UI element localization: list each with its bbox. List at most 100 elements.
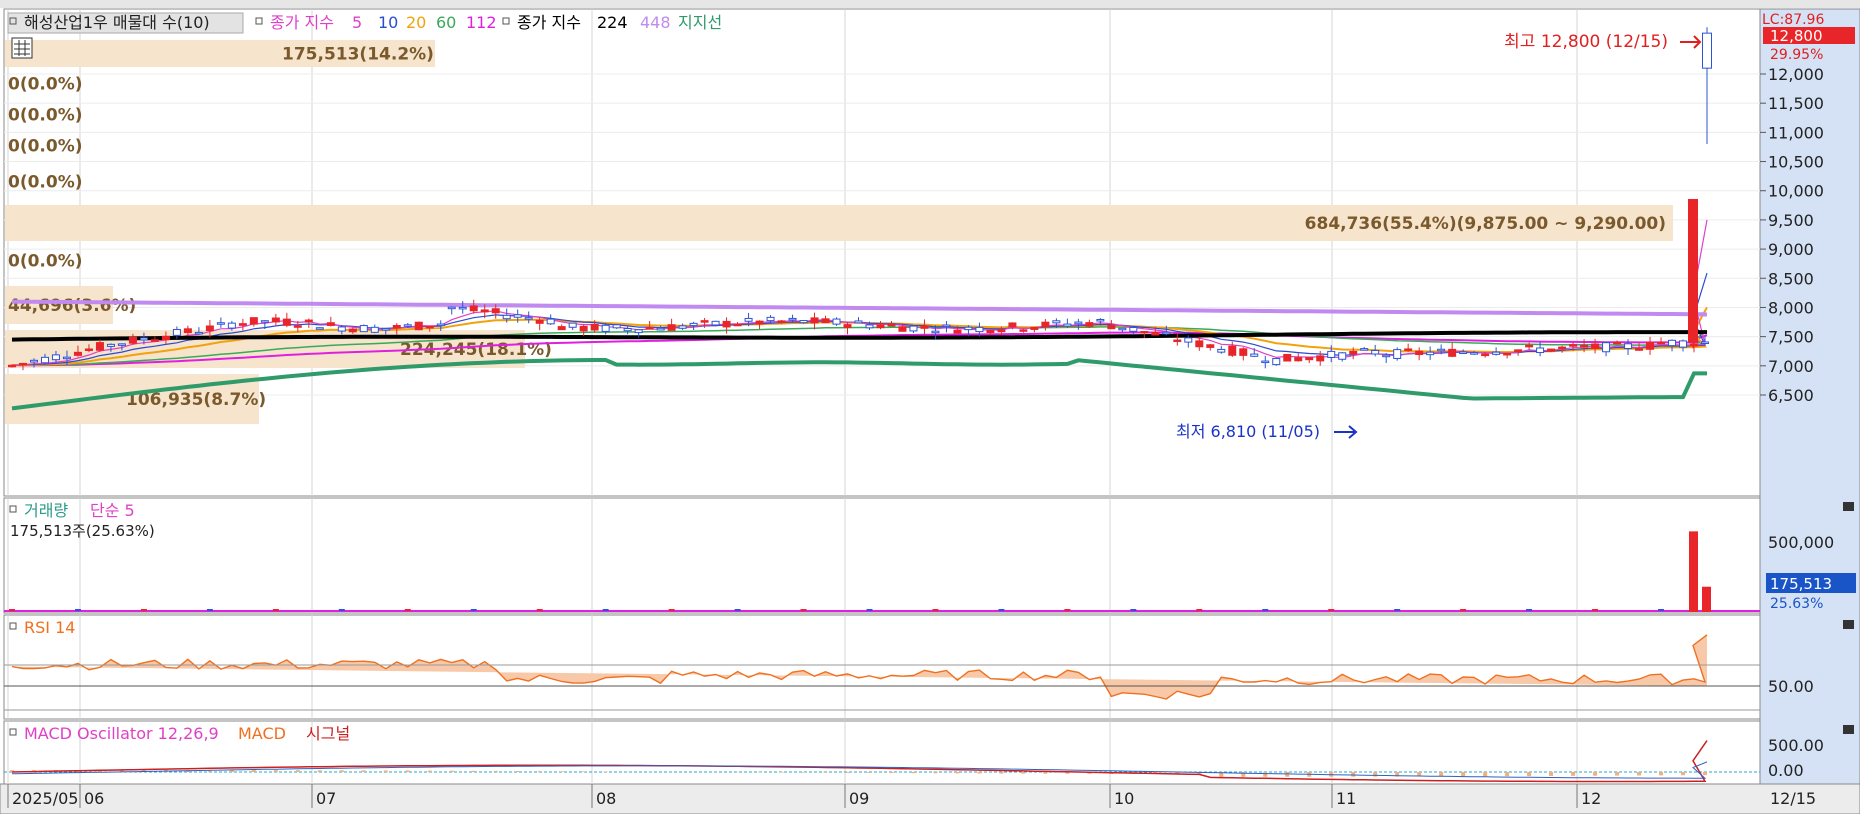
- macd-oscillator-bar: [1461, 772, 1465, 776]
- candle-body: [602, 325, 609, 331]
- stock-chart-window: 175,513(14.2%)0(0.0%)0(0.0%)0(0.0%)0(0.0…: [0, 0, 1860, 814]
- candle-body: [272, 318, 279, 322]
- candle-body: [1262, 361, 1269, 363]
- candle-body: [1229, 346, 1236, 355]
- candle-body: [151, 340, 158, 342]
- candle-body: [1053, 321, 1060, 323]
- candle-body: [525, 318, 532, 320]
- rsi-title: RSI 14: [24, 618, 75, 637]
- candle-body: [9, 365, 16, 367]
- candle-body: [1020, 330, 1027, 332]
- candle-body: [107, 344, 114, 346]
- y-tick-label: 10,000: [1768, 182, 1824, 201]
- candle-body: [1603, 343, 1610, 352]
- macd-oscillator-bar: [1549, 772, 1553, 776]
- candle-body: [1449, 349, 1456, 356]
- candle-body: [19, 363, 26, 365]
- candle-body: [1152, 332, 1159, 335]
- macd-oscillator-bar: [560, 771, 564, 772]
- macd-oscillator-bar: [472, 771, 476, 772]
- rsi-y-tick-label: 50.00: [1768, 677, 1814, 696]
- candle-body: [1108, 325, 1115, 328]
- macd-oscillator-bar: [538, 771, 542, 772]
- candle-body: [712, 321, 719, 325]
- macd-oscillator-bar: [1373, 772, 1377, 777]
- candle-body: [888, 324, 895, 326]
- y-tick-label: 6,500: [1768, 386, 1814, 405]
- candle-body: [910, 326, 917, 331]
- candle-body: [558, 327, 565, 330]
- candle-body: [1537, 348, 1544, 353]
- candle-body: [701, 321, 708, 323]
- candle-body: [1625, 344, 1632, 349]
- ma-prefix: 종가 지수: [270, 13, 334, 32]
- candle-body: [1031, 327, 1038, 329]
- candle-body: [492, 309, 499, 313]
- volume-bar: [603, 609, 609, 611]
- candle-body: [1295, 358, 1302, 361]
- volume-profile-label: 175,513(14.2%): [282, 45, 434, 65]
- volume-bar: [1702, 587, 1711, 612]
- candle-body: [1592, 344, 1599, 348]
- candle-body: [1339, 353, 1346, 359]
- candle-body: [1460, 352, 1467, 354]
- candle-body: [30, 360, 37, 362]
- volume-bar: [1658, 609, 1664, 611]
- candle-body: [855, 321, 862, 323]
- candle-body: [1504, 353, 1511, 355]
- candle-body: [1130, 328, 1137, 332]
- candle-body: [1548, 349, 1555, 351]
- macd-oscillator-bar: [933, 772, 937, 773]
- macd-oscillator-bar: [406, 771, 410, 772]
- macd-oscillator-bar: [1527, 772, 1531, 776]
- candle-body: [1394, 350, 1401, 359]
- macd-oscillator-bar: [1593, 772, 1597, 776]
- candle-body: [635, 330, 642, 333]
- rsi-close-icon[interactable]: [1843, 620, 1854, 629]
- candle-body: [1438, 349, 1445, 351]
- chart-canvas[interactable]: 175,513(14.2%)0(0.0%)0(0.0%)0(0.0%)0(0.0…: [0, 0, 1860, 814]
- candle-body: [591, 324, 598, 330]
- macd-close-icon[interactable]: [1843, 725, 1854, 734]
- candle-body: [283, 319, 290, 325]
- volume-profile-label: 684,736(55.4%)(9,875.00 ~ 9,290.00): [1305, 214, 1666, 234]
- candle-body: [1361, 349, 1368, 351]
- grid-icon[interactable]: [12, 38, 32, 58]
- y-tick-label: 11,500: [1768, 94, 1824, 113]
- volume-panel[interactable]: [4, 498, 1760, 613]
- macd-oscillator-bar: [1351, 772, 1355, 777]
- candle-body: [1240, 349, 1247, 356]
- x-tick-label: 12: [1581, 789, 1601, 808]
- candle-body: [459, 307, 466, 309]
- volume-profile-label: 0(0.0%): [8, 173, 83, 193]
- candle-body: [1405, 349, 1412, 351]
- candle-body: [1581, 345, 1588, 347]
- volume-bar: [9, 609, 15, 611]
- candle-body: [250, 318, 257, 324]
- candle-body: [778, 321, 785, 323]
- macd-oscillator-bar: [1637, 772, 1641, 775]
- panel-frames: [0, 9, 1860, 814]
- macd-oscillator-bar: [889, 772, 893, 773]
- candle-body: [976, 327, 983, 331]
- ma-period-448: 448: [640, 13, 671, 32]
- candle-body: [1383, 355, 1390, 357]
- volume-bar: [1394, 609, 1400, 611]
- macd-oscillator-bar: [955, 772, 959, 773]
- candle-body: [327, 323, 334, 326]
- volume-profile-label: 0(0.0%): [8, 75, 83, 95]
- volume-close-icon[interactable]: [1843, 502, 1854, 511]
- candle-body: [866, 325, 873, 328]
- price-panel[interactable]: [4, 9, 1760, 496]
- candle-body: [723, 321, 730, 327]
- candle-body: [437, 324, 444, 326]
- y-tick-label: 8,000: [1768, 298, 1814, 317]
- volume-bar: [339, 609, 345, 611]
- y-tick-label: 7,500: [1768, 328, 1814, 347]
- macd-oscillator-bar: [911, 772, 915, 773]
- volume-bar: [273, 609, 279, 611]
- ma-period-10: 10: [378, 13, 398, 32]
- candle-body: [1691, 344, 1698, 346]
- macd-oscillator-bar: [1043, 772, 1047, 774]
- candle-body: [481, 310, 488, 312]
